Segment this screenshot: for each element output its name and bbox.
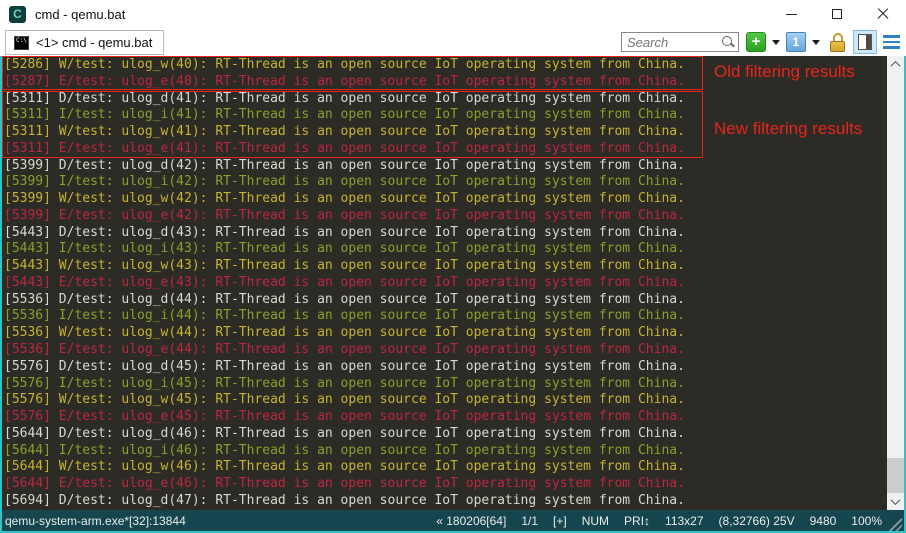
console-line: [5399] I/test: ulog_i(42): RT-Thread is … xyxy=(4,174,887,191)
window-dropdown-icon[interactable] xyxy=(812,40,820,45)
maximize-icon xyxy=(832,9,842,19)
console-buffer-button[interactable] xyxy=(853,30,877,54)
status-item: 1/1 xyxy=(521,514,538,528)
console-line: [5443] I/test: ulog_i(43): RT-Thread is … xyxy=(4,241,887,258)
status-right: « 180206[64] 1/1 [+] NUM PRI↕ 113x27 (8,32766)… xyxy=(436,510,882,531)
console-line: [5644] E/test: ulog_e(46): RT-Thread is … xyxy=(4,476,887,493)
status-process: qemu-system-arm.exe*[32]:13844 xyxy=(5,514,186,528)
scrollbar[interactable] xyxy=(887,56,904,510)
console-line: [5576] I/test: ulog_i(45): RT-Thread is … xyxy=(4,376,887,393)
old-results-label: Old filtering results xyxy=(714,62,855,82)
status-item: 9480 xyxy=(810,514,837,528)
minimize-button[interactable] xyxy=(768,0,814,28)
close-button[interactable] xyxy=(860,0,906,28)
status-item: PRI↕ xyxy=(624,514,650,528)
resize-grip[interactable] xyxy=(887,516,902,531)
tab-label: <1> cmd - qemu.bat xyxy=(36,35,152,50)
status-item: 113x27 xyxy=(665,514,703,528)
console-line: [5694] D/test: ulog_d(47): RT-Thread is … xyxy=(4,493,887,510)
toolbar: + 1 xyxy=(621,31,903,53)
caption-buttons xyxy=(768,0,906,28)
tab-cmd-qemu[interactable]: C:\ <1> cmd - qemu.bat xyxy=(5,30,164,55)
console-line: [5644] W/test: ulog_w(46): RT-Thread is … xyxy=(4,459,887,476)
console-line: [5536] W/test: ulog_w(44): RT-Thread is … xyxy=(4,325,887,342)
new-results-label: New filtering results xyxy=(714,119,862,139)
console-line: [5576] D/test: ulog_d(45): RT-Thread is … xyxy=(4,359,887,376)
search-box xyxy=(621,32,739,52)
console-line: [5399] E/test: ulog_e(42): RT-Thread is … xyxy=(4,208,887,225)
console-line: [5644] D/test: ulog_d(46): RT-Thread is … xyxy=(4,426,887,443)
console-line: [5399] D/test: ulog_d(42): RT-Thread is … xyxy=(4,158,887,175)
close-icon xyxy=(877,8,889,20)
console-line: [5443] W/test: ulog_w(43): RT-Thread is … xyxy=(4,258,887,275)
status-item: 100% xyxy=(851,514,882,528)
console-line: [5644] I/test: ulog_i(46): RT-Thread is … xyxy=(4,443,887,460)
maximize-button[interactable] xyxy=(814,0,860,28)
scrollbar-thumb[interactable] xyxy=(887,458,904,493)
new-results-box xyxy=(2,91,703,158)
scroll-up-button[interactable] xyxy=(887,56,904,73)
search-input[interactable] xyxy=(622,35,721,50)
console-line: [5536] D/test: ulog_d(44): RT-Thread is … xyxy=(4,292,887,309)
new-console-dropdown-icon[interactable] xyxy=(772,40,780,45)
old-results-box xyxy=(2,56,703,90)
console-line: [5536] E/test: ulog_e(44): RT-Thread is … xyxy=(4,342,887,359)
status-item: NUM xyxy=(582,514,609,528)
console-line: [5576] W/test: ulog_w(45): RT-Thread is … xyxy=(4,392,887,409)
chevron-up-icon xyxy=(891,61,901,71)
search-icon xyxy=(721,35,735,49)
lock-icon[interactable] xyxy=(830,33,846,52)
cmd-icon: C:\ xyxy=(14,36,29,50)
console-buffer-icon xyxy=(858,34,872,50)
conemu-app-icon: C xyxy=(9,6,26,23)
status-item: [+] xyxy=(553,514,567,528)
minimize-icon xyxy=(786,14,797,15)
status-item: « 180206[64] xyxy=(436,514,506,528)
conemu-window: C cmd - qemu.bat C:\ <1> cmd - qemu.bat … xyxy=(0,0,906,533)
console-line: [5399] W/test: ulog_w(42): RT-Thread is … xyxy=(4,191,887,208)
console-line: [5576] E/test: ulog_e(45): RT-Thread is … xyxy=(4,409,887,426)
window-number-button[interactable]: 1 xyxy=(786,32,806,52)
console-line: [5536] I/test: ulog_i(44): RT-Thread is … xyxy=(4,308,887,325)
console-area[interactable]: [5286] W/test: ulog_w(40): RT-Thread is … xyxy=(0,56,906,510)
tab-bar: C:\ <1> cmd - qemu.bat + 1 xyxy=(0,28,906,56)
new-console-button[interactable]: + xyxy=(746,32,766,52)
console-line: [5443] D/test: ulog_d(43): RT-Thread is … xyxy=(4,225,887,242)
status-bar: qemu-system-arm.exe*[32]:13844 « 180206[… xyxy=(0,510,906,531)
window-title: cmd - qemu.bat xyxy=(35,7,125,22)
menu-icon[interactable] xyxy=(883,35,900,49)
chevron-down-icon xyxy=(891,495,901,505)
console-line: [5443] E/test: ulog_e(43): RT-Thread is … xyxy=(4,275,887,292)
status-item: (8,32766) 25V xyxy=(719,514,795,528)
scroll-down-button[interactable] xyxy=(887,493,904,510)
title-bar: C cmd - qemu.bat xyxy=(0,0,906,28)
